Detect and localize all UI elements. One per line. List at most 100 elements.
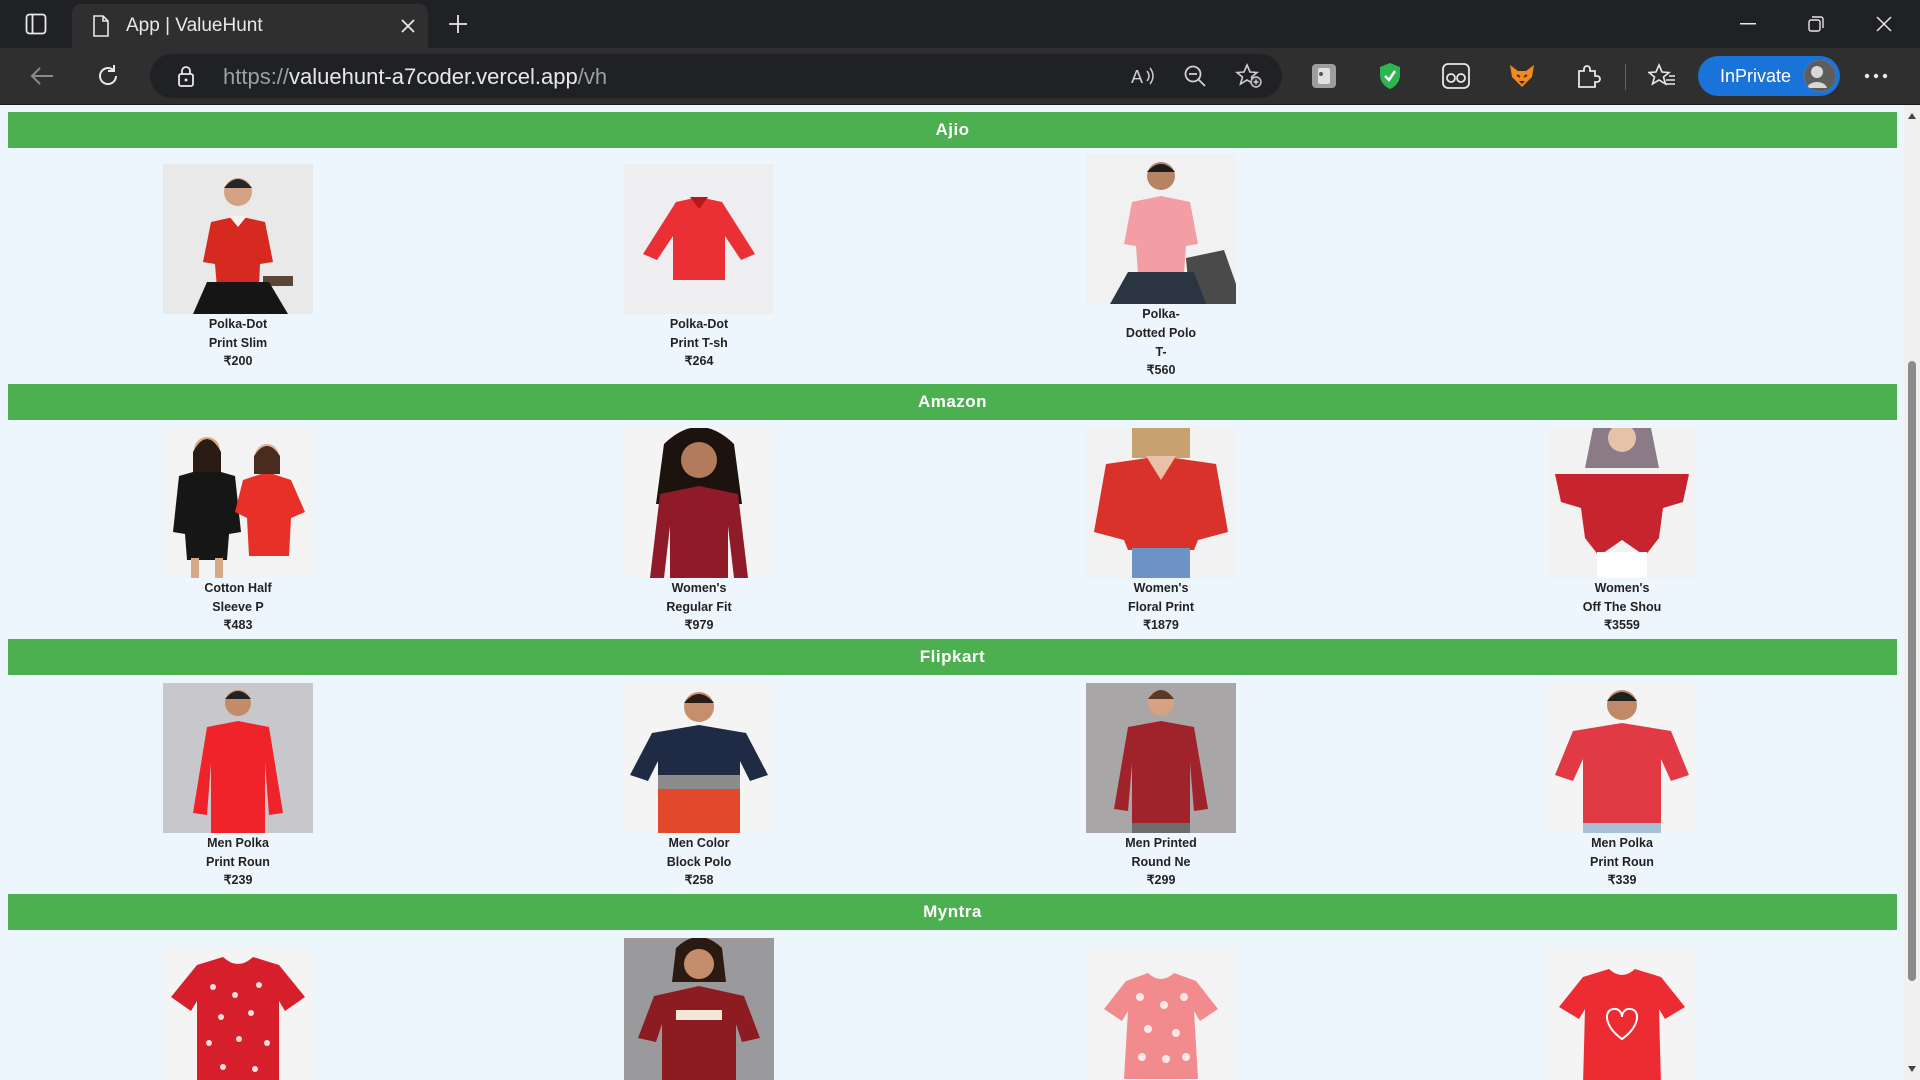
product-price: ₹339 <box>1607 873 1637 887</box>
favorites-icon[interactable] <box>1644 58 1680 94</box>
product-name-line: Polka- <box>1142 307 1180 321</box>
product-image-man-printed-tee[interactable] <box>1086 683 1236 833</box>
product-name-line: Men Printed <box>1125 836 1197 850</box>
product-price: ₹299 <box>1146 873 1176 887</box>
product-price: ₹1879 <box>1143 618 1179 632</box>
product-card[interactable]: Women's Floral Print ₹1879 <box>1086 428 1236 634</box>
product-name-line: Off The Shou <box>1582 600 1662 614</box>
product-image-man-pink-polo[interactable] <box>1086 154 1236 304</box>
new-tab-icon[interactable] <box>440 8 476 40</box>
product-card[interactable] <box>1547 947 1697 1080</box>
product-image-man-red-polo[interactable] <box>163 164 313 314</box>
more-options-icon[interactable] <box>1858 58 1894 94</box>
product-name-line: Print Roun <box>206 855 270 869</box>
restore-icon[interactable] <box>1782 0 1850 48</box>
product-card[interactable]: Men Polka Print Roun ₹239 <box>163 683 313 889</box>
inprivate-label: InPrivate <box>1720 66 1792 86</box>
shield-icon[interactable] <box>1372 58 1408 94</box>
scrollbar-thumb[interactable] <box>1908 361 1916 981</box>
product-name-line: Floral Print <box>1128 600 1194 614</box>
product-card[interactable] <box>624 938 774 1080</box>
product-image-red-shirt-flat[interactable] <box>624 164 774 314</box>
product-name-line: Men Polka <box>1591 836 1653 850</box>
extension-clipboard-icon[interactable] <box>1306 58 1342 94</box>
address-bar[interactable]: https://valuehunt-a7coder.vercel.app/vh … <box>150 54 1282 98</box>
product-price: ₹560 <box>1146 363 1176 377</box>
product-price: ₹200 <box>223 354 253 368</box>
product-name-line: Print Roun <box>1590 855 1654 869</box>
product-card[interactable]: Polka-Dot Print Slim ₹200 <box>163 164 313 370</box>
back-arrow-icon[interactable] <box>22 56 62 96</box>
refresh-icon[interactable] <box>88 56 128 96</box>
close-tab-icon[interactable] <box>388 6 428 46</box>
product-card[interactable] <box>163 947 313 1080</box>
product-image-woman-amour-tee[interactable] <box>624 938 774 1080</box>
page-icon <box>90 15 112 37</box>
product-price: ₹979 <box>684 618 714 632</box>
product-price: ₹483 <box>223 618 253 632</box>
product-price: ₹258 <box>684 873 714 887</box>
product-name-line: Women's <box>1594 581 1650 595</box>
product-image-woman-offshoulder-top[interactable] <box>1547 428 1697 578</box>
minimize-icon[interactable] <box>1714 0 1782 48</box>
add-favorite-icon[interactable] <box>1234 62 1264 90</box>
product-card[interactable]: Cotton Half Sleeve P ₹483 <box>163 428 313 634</box>
product-price: ₹3559 <box>1604 618 1640 632</box>
zoom-out-icon[interactable] <box>1180 62 1210 90</box>
product-name-line: Regular Fit <box>666 600 732 614</box>
section-header-ajio: Ajio <box>8 112 1897 148</box>
section-header-flipkart: Flipkart <box>8 639 1897 675</box>
close-window-icon[interactable] <box>1850 0 1918 48</box>
product-name-line: Print T-sh <box>670 336 728 350</box>
tab-actions-icon[interactable] <box>14 10 58 38</box>
product-image-two-women-tees[interactable] <box>163 428 313 578</box>
section-header-myntra: Myntra <box>8 894 1897 930</box>
browser-tab-active[interactable]: App | ValueHunt <box>72 4 428 48</box>
product-name-line: Polka-Dot <box>208 317 268 331</box>
product-image-red-heart-tee[interactable] <box>163 947 313 1080</box>
product-name-line: Block Polo <box>666 855 732 869</box>
inprivate-button[interactable]: InPrivate <box>1698 56 1840 96</box>
product-image-red-love-tee[interactable] <box>1547 947 1697 1080</box>
product-image-woman-maroon-top[interactable] <box>624 428 774 578</box>
extensions-puzzle-icon[interactable] <box>1570 58 1606 94</box>
tab-title: App | ValueHunt <box>126 15 263 36</box>
product-name-line: Women's <box>671 581 727 595</box>
page-viewport: Ajio Polka-Dot Print Slim ₹200 Polka-Dot… <box>0 105 1904 1080</box>
product-name-line: Round Ne <box>1131 855 1191 869</box>
url-text[interactable]: https://valuehunt-a7coder.vercel.app/vh <box>223 64 607 90</box>
product-image-man-red-fullsleeve[interactable] <box>163 683 313 833</box>
product-card[interactable]: Women's Regular Fit ₹979 <box>624 428 774 634</box>
product-card[interactable]: Women's Off The Shou ₹3559 <box>1547 428 1697 634</box>
product-price: ₹264 <box>684 354 714 368</box>
product-name-line: Women's <box>1133 581 1189 595</box>
product-card[interactable]: Polka- Dotted Polo T- ₹560 <box>1086 154 1236 379</box>
tab-strip: App | ValueHunt <box>0 0 1920 48</box>
product-image-woman-floral-blouse[interactable] <box>1086 428 1236 578</box>
scroll-up-icon[interactable] <box>1907 111 1917 121</box>
product-name-line: Dotted Polo <box>1125 326 1197 340</box>
product-name-line: Men Color <box>668 836 730 850</box>
product-name-line: Polka-Dot <box>669 317 729 331</box>
product-name-line: Men Polka <box>207 836 269 850</box>
product-name-line: T- <box>1155 345 1167 359</box>
vertical-scrollbar[interactable] <box>1904 105 1920 1080</box>
read-aloud-icon[interactable]: A <box>1128 62 1158 90</box>
product-image-pink-dotted-tee[interactable] <box>1086 947 1236 1080</box>
browser-toolbar: https://valuehunt-a7coder.vercel.app/vh … <box>0 48 1920 105</box>
product-card[interactable] <box>1086 947 1236 1080</box>
product-card[interactable]: Men Polka Print Roun ₹339 <box>1547 683 1697 889</box>
product-name-line: Sleeve P <box>212 600 264 614</box>
extension-glasses-icon[interactable] <box>1438 58 1474 94</box>
toolbar-separator <box>1625 64 1626 90</box>
product-image-man-colorblock-polo[interactable] <box>624 683 774 833</box>
product-card[interactable]: Polka-Dot Print T-sh ₹264 <box>624 164 774 370</box>
product-image-man-red-tee[interactable] <box>1547 683 1697 833</box>
product-name-line: Print Slim <box>208 336 268 350</box>
product-card[interactable]: Men Printed Round Ne ₹299 <box>1086 683 1236 889</box>
section-header-amazon: Amazon <box>8 384 1897 420</box>
scroll-down-icon[interactable] <box>1907 1064 1917 1074</box>
fox-extension-icon[interactable] <box>1504 58 1540 94</box>
lock-icon[interactable] <box>174 64 198 88</box>
product-card[interactable]: Men Color Block Polo ₹258 <box>624 683 774 889</box>
